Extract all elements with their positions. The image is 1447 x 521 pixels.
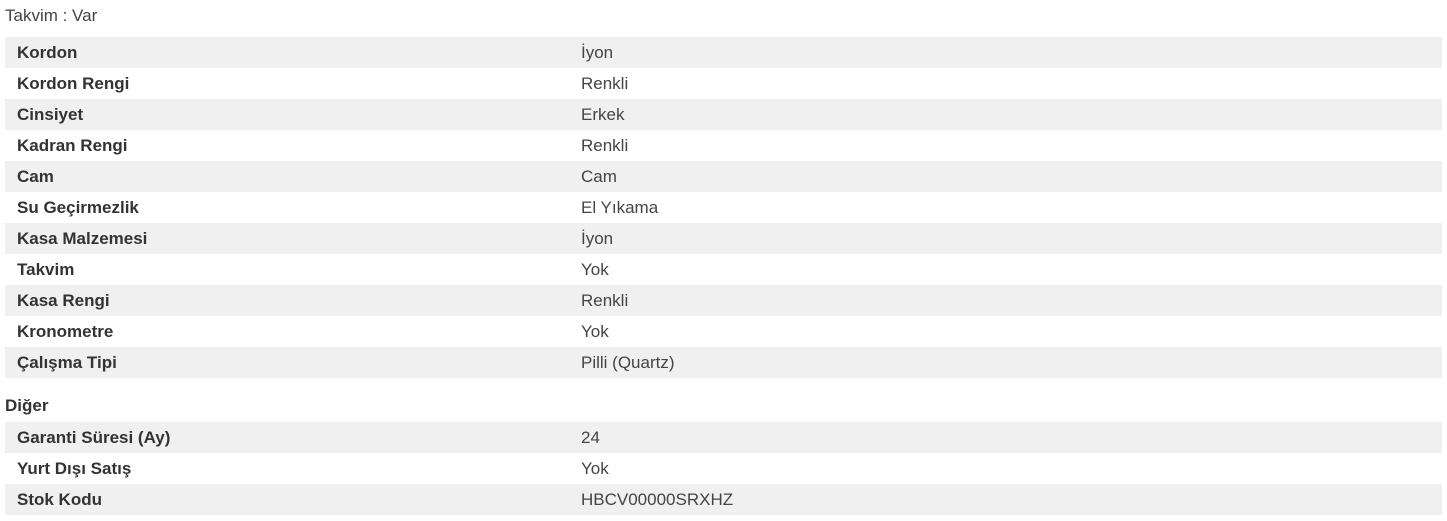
spec-value: Renkli [581, 135, 629, 155]
spec-label: Kordon Rengi [17, 73, 130, 93]
spec-value: Yok [581, 321, 609, 341]
spec-value: Renkli [581, 290, 629, 310]
spec-value: Renkli [581, 73, 629, 93]
spec-label: Kasa Malzemesi [17, 228, 148, 248]
spec-label: Cinsiyet [17, 104, 84, 124]
spec-value: Pilli (Quartz) [581, 352, 675, 372]
spec-row-kordon: Kordon İyon [5, 37, 1442, 68]
spec-label: Takvim [17, 259, 75, 279]
spec-value: HBCV00000SRXHZ [581, 489, 734, 509]
spec-label: Stok Kodu [17, 489, 102, 509]
spec-label: Cam [17, 166, 54, 186]
spec-row-yurt-disi-satis: Yurt Dışı Satış Yok [5, 453, 1442, 484]
spec-row-su-gecirmezlik: Su Geçirmezlik El Yıkama [5, 192, 1442, 223]
spec-label: Garanti Süresi (Ay) [17, 427, 171, 447]
spec-row-kordon-rengi: Kordon Rengi Renkli [5, 68, 1442, 99]
spec-label: Kordon [17, 42, 78, 62]
spec-label: Su Geçirmezlik [17, 197, 139, 217]
spec-row-kadran-rengi: Kadran Rengi Renkli [5, 130, 1442, 161]
spec-label: Yurt Dışı Satış [17, 458, 132, 478]
spec-row-stok-kodu: Stok Kodu HBCV00000SRXHZ [5, 484, 1442, 515]
spec-row-kronometre: Kronometre Yok [5, 316, 1442, 347]
spec-value: İyon [581, 228, 614, 248]
other-spec-table: Garanti Süresi (Ay) 24 Yurt Dışı Satış Y… [5, 422, 1442, 515]
spec-row-garanti-suresi: Garanti Süresi (Ay) 24 [5, 422, 1442, 453]
spec-value: 24 [581, 427, 600, 447]
section-title-diger: Diğer [5, 396, 49, 415]
spec-value: El Yıkama [581, 197, 659, 217]
spec-row-cinsiyet: Cinsiyet Erkek [5, 99, 1442, 130]
spec-value: Yok [581, 259, 609, 279]
spec-row-cam: Cam Cam [5, 161, 1442, 192]
spec-label: Kronometre [17, 321, 114, 341]
spec-table: Kordon İyon Kordon Rengi Renkli Cinsiyet… [5, 37, 1442, 378]
spec-row-calisma-tipi: Çalışma Tipi Pilli (Quartz) [5, 347, 1442, 378]
spec-label: Kadran Rengi [17, 135, 128, 155]
spec-value: İyon [581, 42, 614, 62]
spec-value: Erkek [581, 104, 625, 124]
spec-label: Çalışma Tipi [17, 352, 117, 372]
spec-row-kasa-malzemesi: Kasa Malzemesi İyon [5, 223, 1442, 254]
spec-row-takvim: Takvim Yok [5, 254, 1442, 285]
top-line-text: Takvim : Var [5, 6, 98, 25]
spec-value: Yok [581, 458, 609, 478]
spec-row-kasa-rengi: Kasa Rengi Renkli [5, 285, 1442, 316]
spec-label: Kasa Rengi [17, 290, 110, 310]
spec-value: Cam [581, 166, 617, 186]
